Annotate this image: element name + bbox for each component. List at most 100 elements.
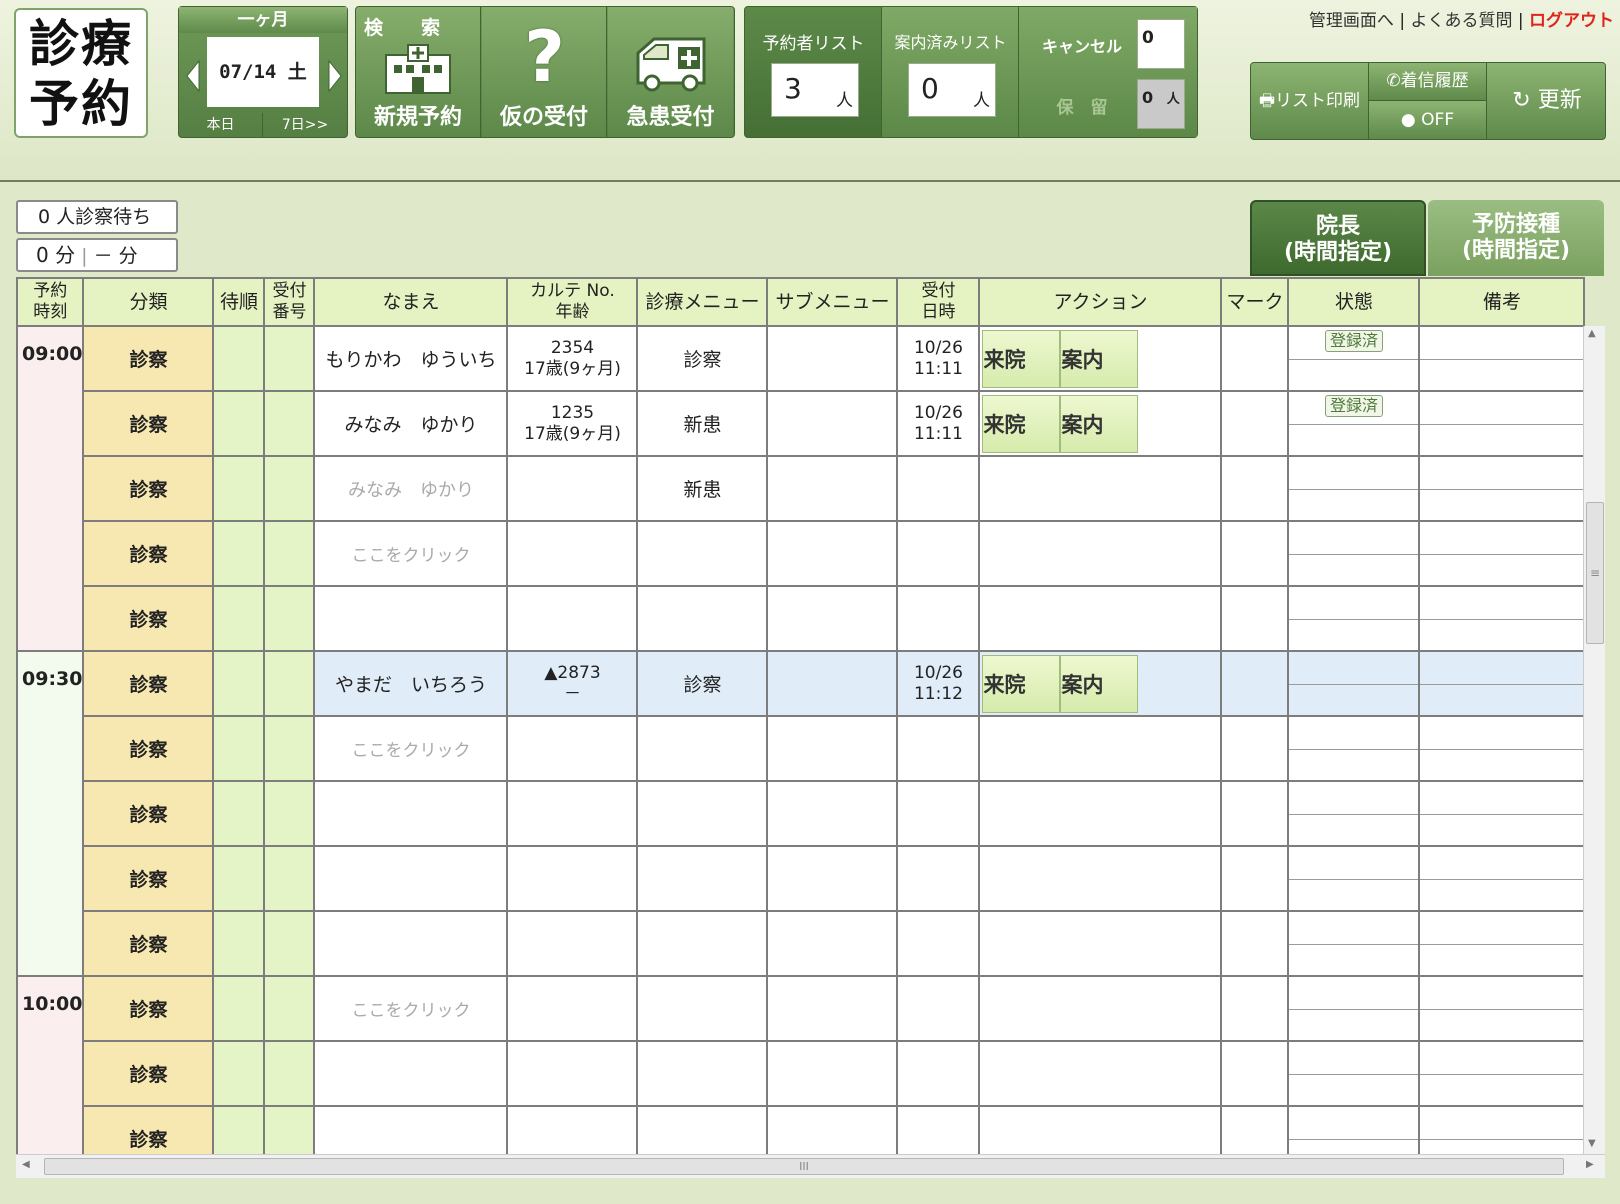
- menu-cell[interactable]: 診察: [636, 650, 769, 717]
- submenu-cell[interactable]: [766, 390, 899, 457]
- mark-cell[interactable]: [1220, 910, 1290, 977]
- category-cell[interactable]: 診察: [82, 1040, 215, 1107]
- next-date-button[interactable]: [325, 51, 345, 101]
- category-cell[interactable]: 診察: [82, 520, 215, 587]
- note-cell[interactable]: [1418, 1040, 1586, 1107]
- arrive-button[interactable]: 来院: [982, 329, 1061, 388]
- scroll-up-arrow[interactable]: ▲: [1588, 328, 1596, 339]
- current-date[interactable]: 07/14 土: [207, 37, 319, 107]
- submenu-cell[interactable]: [766, 585, 899, 652]
- patient-name-cell[interactable]: もりかわ ゆういち: [313, 325, 509, 392]
- menu-cell[interactable]: 診察: [636, 325, 769, 392]
- note-cell[interactable]: [1418, 390, 1586, 457]
- submenu-cell[interactable]: [766, 325, 899, 392]
- category-cell[interactable]: 診察: [82, 325, 215, 392]
- reserved-list-button[interactable]: 予約者リスト 3 人: [745, 7, 882, 137]
- hold-count-box[interactable]: 0 人: [1137, 79, 1185, 129]
- mark-cell[interactable]: [1220, 585, 1290, 652]
- scroll-left-arrow[interactable]: ◀: [22, 1159, 30, 1170]
- submenu-cell[interactable]: [766, 845, 899, 912]
- patient-name-cell[interactable]: みなみ ゆかり: [313, 455, 509, 522]
- temp-reception-button[interactable]: ? 仮の受付: [482, 7, 607, 137]
- menu-cell[interactable]: 新患: [636, 390, 769, 457]
- tab-vaccination[interactable]: 予防接種 (時間指定): [1428, 200, 1604, 276]
- menu-cell[interactable]: [636, 845, 769, 912]
- note-cell[interactable]: [1418, 845, 1586, 912]
- scroll-thumb-vertical[interactable]: ≡: [1586, 502, 1604, 644]
- tab-director[interactable]: 院長 (時間指定): [1250, 200, 1426, 276]
- mark-cell[interactable]: [1220, 715, 1290, 782]
- category-cell[interactable]: 診察: [82, 715, 215, 782]
- next7-button[interactable]: 7日>>: [263, 113, 347, 137]
- mark-cell[interactable]: [1220, 325, 1290, 392]
- cancel-count[interactable]: 0: [1137, 19, 1185, 69]
- click-here-cell[interactable]: ここをクリック: [313, 975, 509, 1042]
- mark-cell[interactable]: [1220, 845, 1290, 912]
- category-cell[interactable]: 診察: [82, 910, 215, 977]
- emergency-reception-button[interactable]: 急患受付: [608, 7, 733, 137]
- note-cell[interactable]: [1418, 780, 1586, 847]
- menu-cell[interactable]: [636, 1040, 769, 1107]
- off-toggle[interactable]: ● OFF: [1369, 101, 1487, 139]
- guided-list-button[interactable]: 案内済みリスト 0 人: [882, 7, 1019, 137]
- today-button[interactable]: 本日: [179, 113, 263, 137]
- submenu-cell[interactable]: [766, 715, 899, 782]
- guide-button[interactable]: 案内: [1060, 654, 1139, 713]
- scroll-right-arrow[interactable]: ▶: [1586, 1159, 1594, 1170]
- submenu-cell[interactable]: [766, 520, 899, 587]
- category-cell[interactable]: 診察: [82, 975, 215, 1042]
- category-cell[interactable]: 診察: [82, 455, 215, 522]
- click-here-cell[interactable]: ここをクリック: [313, 520, 509, 587]
- patient-name-cell[interactable]: [313, 910, 509, 977]
- submenu-cell[interactable]: [766, 780, 899, 847]
- admin-link[interactable]: 管理画面へ: [1309, 11, 1394, 31]
- mark-cell[interactable]: [1220, 650, 1290, 717]
- prev-date-button[interactable]: [183, 51, 203, 101]
- mark-cell[interactable]: [1220, 780, 1290, 847]
- scroll-down-arrow[interactable]: ▼: [1588, 1138, 1596, 1149]
- faq-link[interactable]: よくある質問: [1410, 11, 1512, 31]
- category-cell[interactable]: 診察: [82, 390, 215, 457]
- category-cell[interactable]: 診察: [82, 585, 215, 652]
- arrive-button[interactable]: 来院: [982, 394, 1061, 453]
- month-button[interactable]: 一ヶ月: [179, 7, 347, 33]
- logout-link[interactable]: ログアウト: [1529, 11, 1614, 31]
- patient-name-cell[interactable]: [313, 780, 509, 847]
- submenu-cell[interactable]: [766, 910, 899, 977]
- mark-cell[interactable]: [1220, 455, 1290, 522]
- new-reservation-button[interactable]: 検 索 新規予約: [356, 7, 481, 137]
- submenu-cell[interactable]: [766, 650, 899, 717]
- category-cell[interactable]: 診察: [82, 650, 215, 717]
- menu-cell[interactable]: [636, 780, 769, 847]
- scroll-thumb-horizontal[interactable]: III: [44, 1158, 1564, 1175]
- patient-name-cell[interactable]: [313, 845, 509, 912]
- arrive-button[interactable]: 来院: [982, 654, 1061, 713]
- horizontal-scrollbar[interactable]: ◀ III ▶: [16, 1154, 1605, 1178]
- note-cell[interactable]: [1418, 455, 1586, 522]
- submenu-cell[interactable]: [766, 455, 899, 522]
- cancel-label[interactable]: キャンセル: [1027, 33, 1137, 57]
- print-list-button[interactable]: 🖶リスト印刷: [1251, 63, 1369, 139]
- call-history-button[interactable]: ✆着信履歴: [1369, 63, 1487, 101]
- note-cell[interactable]: [1418, 910, 1586, 977]
- menu-cell[interactable]: 新患: [636, 455, 769, 522]
- note-cell[interactable]: [1418, 975, 1586, 1042]
- patient-name-cell[interactable]: [313, 585, 509, 652]
- guide-button[interactable]: 案内: [1060, 394, 1139, 453]
- mark-cell[interactable]: [1220, 1040, 1290, 1107]
- menu-cell[interactable]: [636, 585, 769, 652]
- note-cell[interactable]: [1418, 520, 1586, 587]
- note-cell[interactable]: [1418, 715, 1586, 782]
- category-cell[interactable]: 診察: [82, 780, 215, 847]
- note-cell[interactable]: [1418, 585, 1586, 652]
- refresh-button[interactable]: ↻ 更新: [1487, 63, 1605, 139]
- note-cell[interactable]: [1418, 325, 1586, 392]
- submenu-cell[interactable]: [766, 975, 899, 1042]
- hold-label[interactable]: 保 留: [1027, 93, 1137, 118]
- patient-name-cell[interactable]: [313, 1040, 509, 1107]
- mark-cell[interactable]: [1220, 975, 1290, 1042]
- vertical-scrollbar[interactable]: ▲ ≡ ▼: [1583, 326, 1605, 1154]
- menu-cell[interactable]: [636, 975, 769, 1042]
- mark-cell[interactable]: [1220, 520, 1290, 587]
- menu-cell[interactable]: [636, 715, 769, 782]
